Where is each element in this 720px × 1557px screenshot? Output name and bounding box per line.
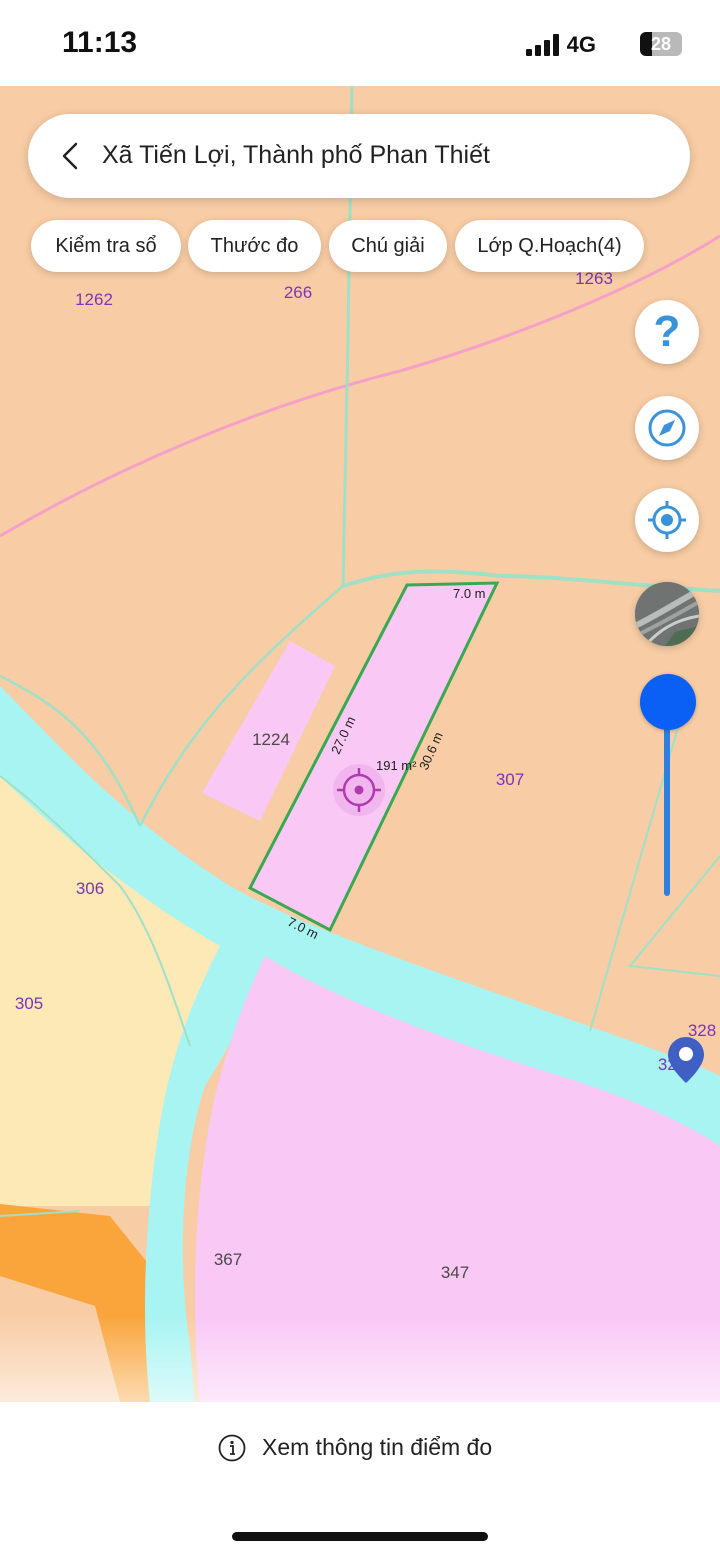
locate-button[interactable] bbox=[635, 488, 699, 552]
info-icon bbox=[218, 1434, 246, 1462]
chip-ruler[interactable]: Thước đo bbox=[188, 220, 321, 272]
location-pin-icon[interactable] bbox=[667, 1036, 705, 1084]
location-title[interactable]: Xã Tiến Lợi, Thành phố Phan Thiết bbox=[102, 141, 490, 170]
home-indicator[interactable] bbox=[232, 1532, 488, 1541]
parcel-label: 266 bbox=[283, 283, 313, 302]
chip-check-book[interactable]: Kiểm tra sổ bbox=[31, 220, 181, 272]
signal-icon bbox=[526, 34, 560, 56]
zoom-slider-knob[interactable] bbox=[640, 674, 696, 730]
battery-level: 28 bbox=[650, 34, 672, 54]
battery-icon: 28 bbox=[640, 32, 682, 56]
status-time: 11:13 bbox=[62, 26, 138, 59]
parcel-label: 305 bbox=[14, 994, 44, 1013]
satellite-layer-button[interactable] bbox=[635, 582, 699, 646]
status-bar: 11:13 4G 28 bbox=[0, 0, 720, 86]
view-point-info-label: Xem thông tin điểm đo bbox=[262, 1434, 493, 1460]
network-type: 4G bbox=[566, 32, 596, 57]
edge-length-top: 7.0 m bbox=[453, 586, 486, 601]
parcel-label: 1263 bbox=[575, 269, 613, 288]
status-indicators: 4G 28 bbox=[486, 30, 686, 60]
search-bar[interactable]: Xã Tiến Lợi, Thành phố Phan Thiết bbox=[28, 114, 690, 198]
parcel-label: 306 bbox=[75, 879, 105, 898]
locate-icon bbox=[648, 501, 686, 539]
parcel-label: 367 bbox=[213, 1250, 243, 1269]
help-button[interactable]: ? bbox=[635, 300, 699, 364]
parcel-label: 1262 bbox=[75, 290, 113, 309]
satellite-layer-icon bbox=[635, 582, 699, 646]
compass-icon bbox=[648, 409, 686, 447]
parcel-label: 307 bbox=[495, 770, 525, 789]
compass-button[interactable] bbox=[635, 396, 699, 460]
help-icon: ? bbox=[653, 307, 681, 356]
chip-legend[interactable]: Chú giải bbox=[329, 220, 447, 272]
chip-planning-layer[interactable]: Lớp Q.Hoạch(4) bbox=[455, 220, 644, 272]
back-arrow-icon[interactable] bbox=[56, 141, 86, 171]
map-view[interactable]: 1262 266 1263 1224 307 306 305 328 327 3… bbox=[0, 86, 720, 1402]
parcel-label: 347 bbox=[440, 1263, 470, 1282]
parcel-area: 191 m² bbox=[376, 758, 417, 773]
parcel-label: 1224 bbox=[252, 730, 290, 749]
